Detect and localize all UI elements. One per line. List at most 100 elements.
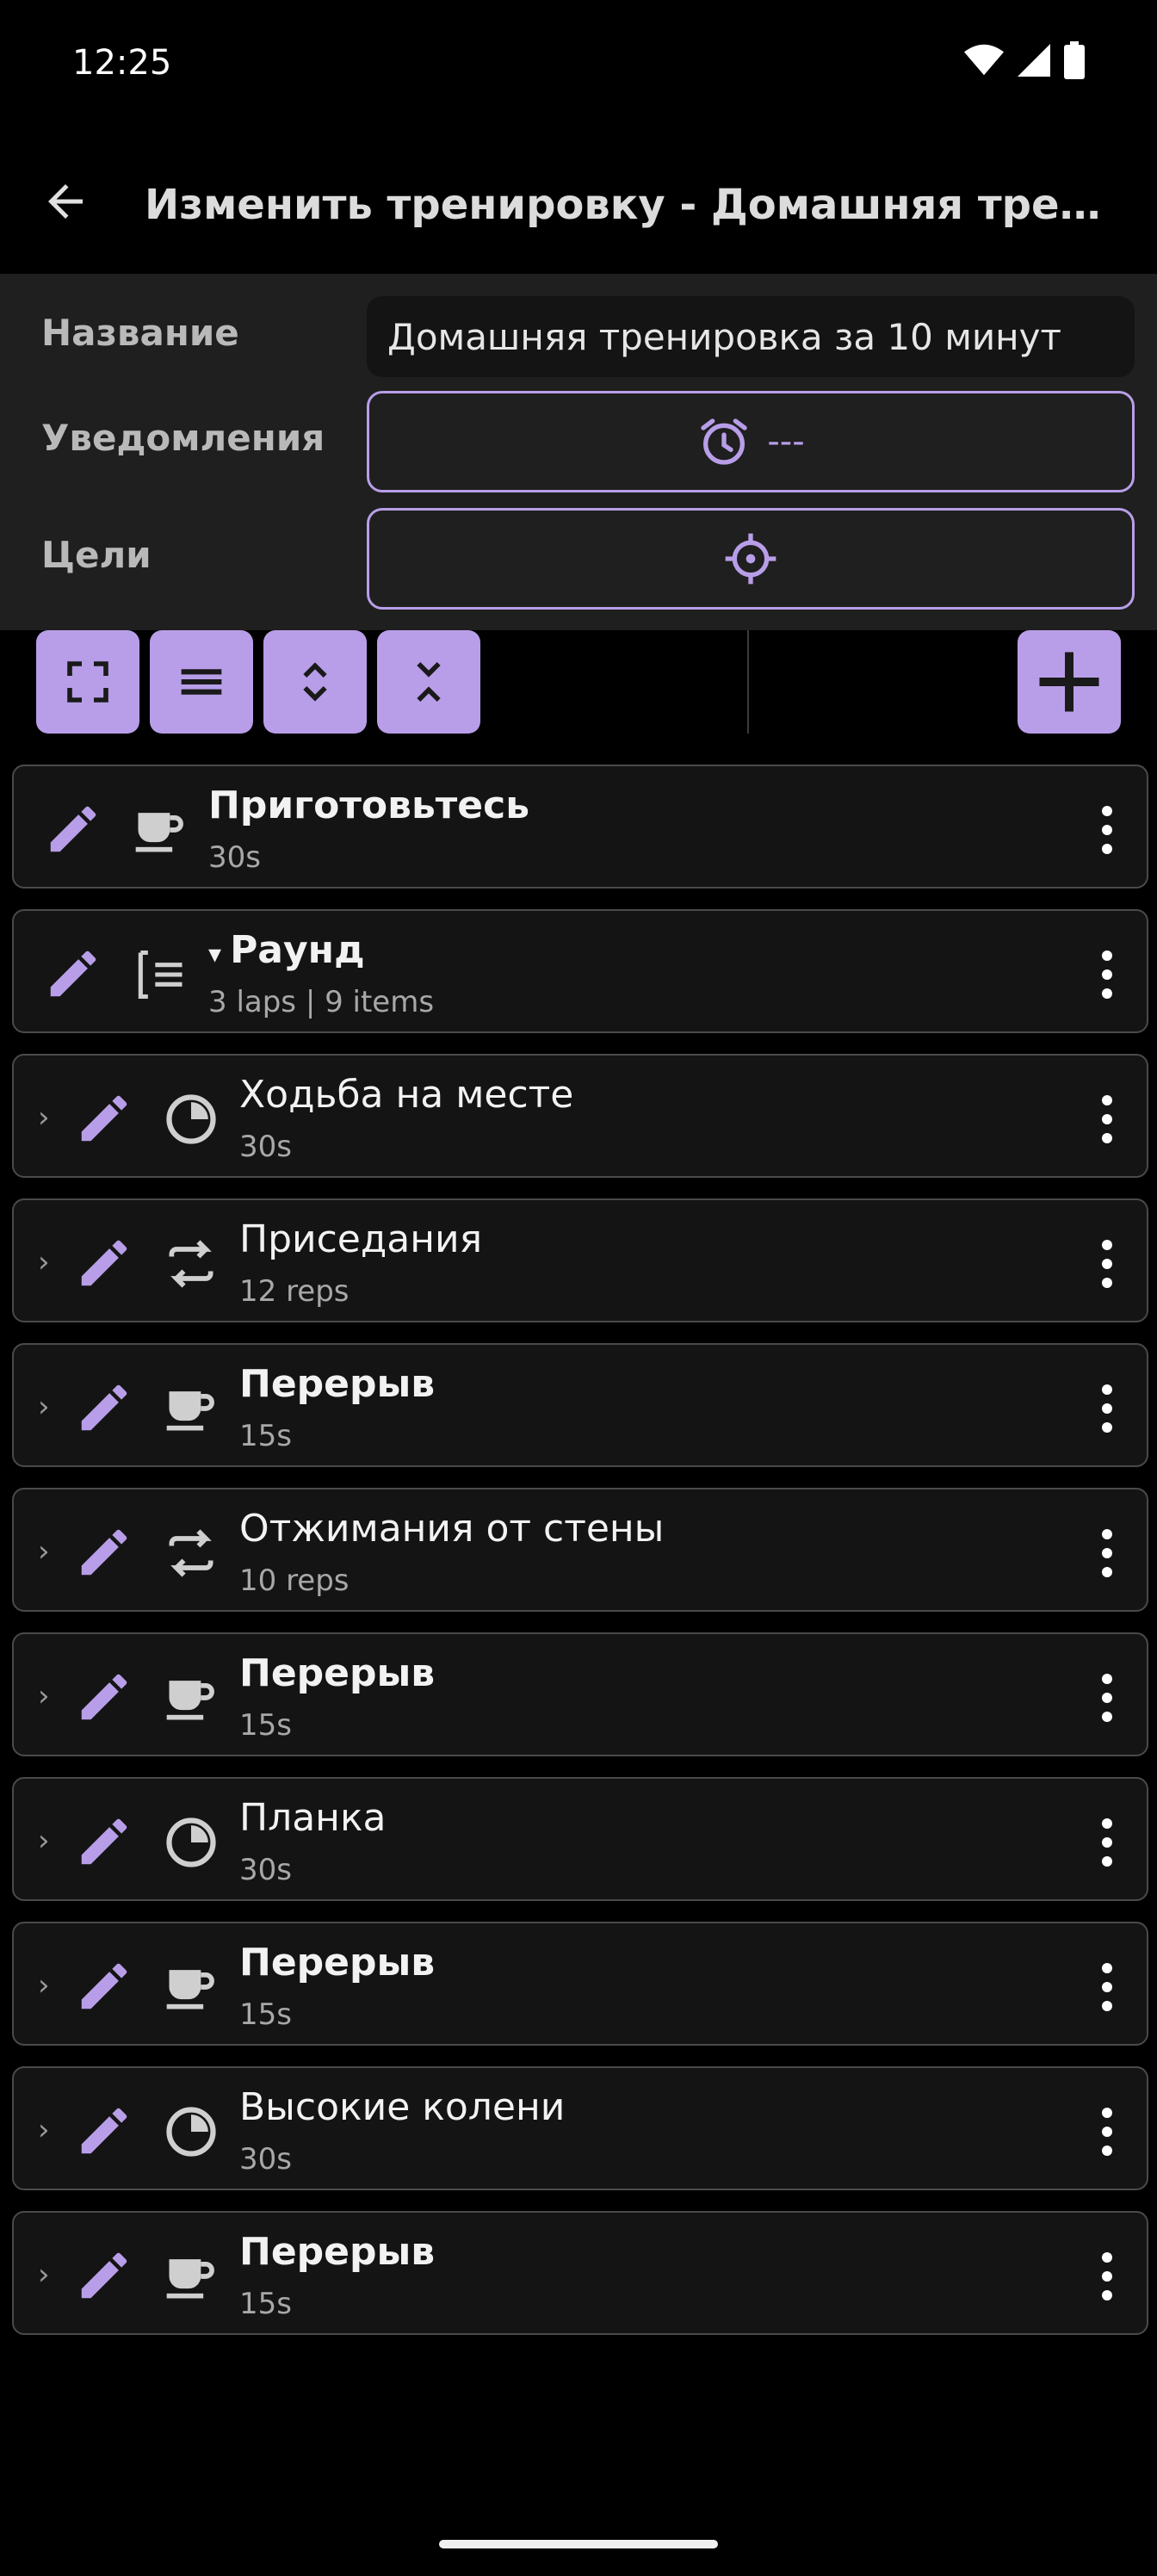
status-icons xyxy=(964,41,1085,79)
item-title: Приседания xyxy=(239,1217,483,1261)
fold-icon xyxy=(417,662,441,702)
item-subtitle: 30s xyxy=(239,1853,292,1887)
add-item-button[interactable] xyxy=(1018,630,1121,734)
list-item[interactable]: › Планка 30s xyxy=(12,1777,1148,1901)
chevron-right-icon[interactable]: › xyxy=(38,1534,50,1569)
list-item[interactable]: › Перерыв 15s xyxy=(12,1922,1148,2046)
edit-pencil-icon[interactable] xyxy=(74,1378,134,1438)
name-label: Название xyxy=(41,312,239,354)
item-title: Перерыв xyxy=(239,1651,436,1695)
goals-button[interactable] xyxy=(367,508,1135,610)
item-title: ▾ Раунд xyxy=(208,928,365,972)
coffee-icon xyxy=(166,1391,214,1431)
list-item[interactable]: Приготовьтесь 30s xyxy=(12,765,1148,889)
battery-icon xyxy=(1064,41,1085,79)
item-subtitle: 3 laps | 9 items xyxy=(208,985,435,1019)
item-subtitle: 30s xyxy=(239,2142,292,2177)
list-item[interactable]: › Отжимания от стены 10 reps xyxy=(12,1488,1148,1612)
item-subtitle: 15s xyxy=(239,1708,292,1743)
chevron-right-icon[interactable]: › xyxy=(38,1824,50,1858)
timer-icon xyxy=(166,1094,216,1144)
chevron-right-icon[interactable]: › xyxy=(38,1245,50,1279)
list-item[interactable]: › Высокие колени 30s xyxy=(12,2066,1148,2190)
notifications-button[interactable]: --- xyxy=(367,391,1135,492)
item-subtitle: 12 reps xyxy=(239,1274,350,1309)
unfold-icon xyxy=(303,662,327,702)
collapse-all-button[interactable] xyxy=(377,630,480,734)
item-subtitle: 15s xyxy=(239,1997,292,2032)
more-options-icon[interactable] xyxy=(1098,1529,1116,1577)
app-bar: Изменить тренировку - Домашняя тренир… xyxy=(0,129,1157,274)
edit-pencil-icon[interactable] xyxy=(74,1811,134,1872)
list-item[interactable]: › Ходьба на месте 30s xyxy=(12,1054,1148,1178)
signal-icon xyxy=(1018,44,1050,77)
edit-pencil-icon[interactable] xyxy=(74,1088,134,1149)
timer-icon xyxy=(166,1817,216,1867)
list-item[interactable]: ▾ Раунд 3 laps | 9 items xyxy=(12,909,1148,1033)
coffee-icon xyxy=(166,1970,214,2009)
item-title: Перерыв xyxy=(239,1941,436,1985)
plus-icon xyxy=(1039,652,1099,712)
gesture-nav-handle[interactable] xyxy=(439,2540,718,2548)
item-title: Высокие колени xyxy=(239,2085,566,2129)
item-title: Ходьба на месте xyxy=(239,1073,574,1117)
page-title: Изменить тренировку - Домашняя тренир… xyxy=(145,181,1126,229)
edit-pencil-icon[interactable] xyxy=(74,1233,134,1293)
more-options-icon[interactable] xyxy=(1098,1963,1116,2011)
item-title: Планка xyxy=(239,1796,387,1840)
name-input[interactable]: Домашняя тренировка за 10 минут xyxy=(367,296,1135,377)
expanded-caret: ▾ xyxy=(208,939,222,969)
item-subtitle: 15s xyxy=(239,2287,292,2321)
goals-label: Цели xyxy=(41,534,152,576)
list-view-button[interactable] xyxy=(150,630,253,734)
edit-pencil-icon[interactable] xyxy=(74,2245,134,2306)
item-subtitle: 30s xyxy=(208,840,261,875)
list-item[interactable]: › Перерыв 15s xyxy=(12,1632,1148,1756)
expand-all-button[interactable] xyxy=(263,630,367,734)
more-options-icon[interactable] xyxy=(1098,1384,1116,1433)
more-options-icon[interactable] xyxy=(1098,1674,1116,1722)
more-options-icon[interactable] xyxy=(1098,2252,1116,2300)
repeat-icon xyxy=(169,1240,213,1288)
notifications-value: --- xyxy=(767,422,805,461)
alarm-icon xyxy=(701,418,748,465)
chevron-right-icon[interactable]: › xyxy=(38,1968,50,2003)
round-list-icon xyxy=(138,950,183,1000)
chevron-right-icon[interactable]: › xyxy=(38,1679,50,1713)
more-options-icon[interactable] xyxy=(1098,1095,1116,1143)
chevron-right-icon[interactable]: › xyxy=(38,1100,50,1135)
more-options-icon[interactable] xyxy=(1098,1240,1116,1288)
status-time: 12:25 xyxy=(72,43,172,83)
edit-pencil-icon[interactable] xyxy=(74,2101,134,2161)
more-options-icon[interactable] xyxy=(1098,806,1116,854)
more-options-icon[interactable] xyxy=(1098,2108,1116,2156)
chevron-right-icon[interactable]: › xyxy=(38,2257,50,2292)
back-button[interactable] xyxy=(31,167,100,236)
chevron-right-icon[interactable]: › xyxy=(38,1390,50,1424)
item-subtitle: 15s xyxy=(239,1419,292,1453)
coffee-icon xyxy=(166,2259,214,2299)
item-title: Перерыв xyxy=(239,1362,436,1406)
chevron-right-icon[interactable]: › xyxy=(38,2113,50,2147)
menu-lines-icon xyxy=(181,669,222,695)
repeat-icon xyxy=(169,1529,213,1577)
list-item[interactable]: › Приседания 12 reps xyxy=(12,1198,1148,1322)
more-options-icon[interactable] xyxy=(1098,951,1116,999)
edit-pencil-icon[interactable] xyxy=(43,944,103,1004)
workout-settings-panel: Название Домашняя тренировка за 10 минут… xyxy=(0,274,1157,630)
coffee-icon xyxy=(135,813,183,852)
fullscreen-button[interactable] xyxy=(36,630,139,734)
item-title: Перерыв xyxy=(239,2230,436,2274)
edit-pencil-icon[interactable] xyxy=(43,799,103,859)
edit-pencil-icon[interactable] xyxy=(74,1667,134,1727)
item-subtitle: 10 reps xyxy=(239,1564,350,1598)
status-bar: 12:25 xyxy=(0,0,1157,129)
list-item[interactable]: › Перерыв 15s xyxy=(12,1343,1148,1467)
list-item[interactable]: › Перерыв 15s xyxy=(12,2211,1148,2335)
item-title: Приготовьтесь xyxy=(208,783,530,827)
timer-icon xyxy=(166,2107,216,2157)
edit-pencil-icon[interactable] xyxy=(74,1522,134,1582)
edit-pencil-icon[interactable] xyxy=(74,1956,134,2016)
more-options-icon[interactable] xyxy=(1098,1818,1116,1867)
item-subtitle: 30s xyxy=(239,1130,292,1164)
